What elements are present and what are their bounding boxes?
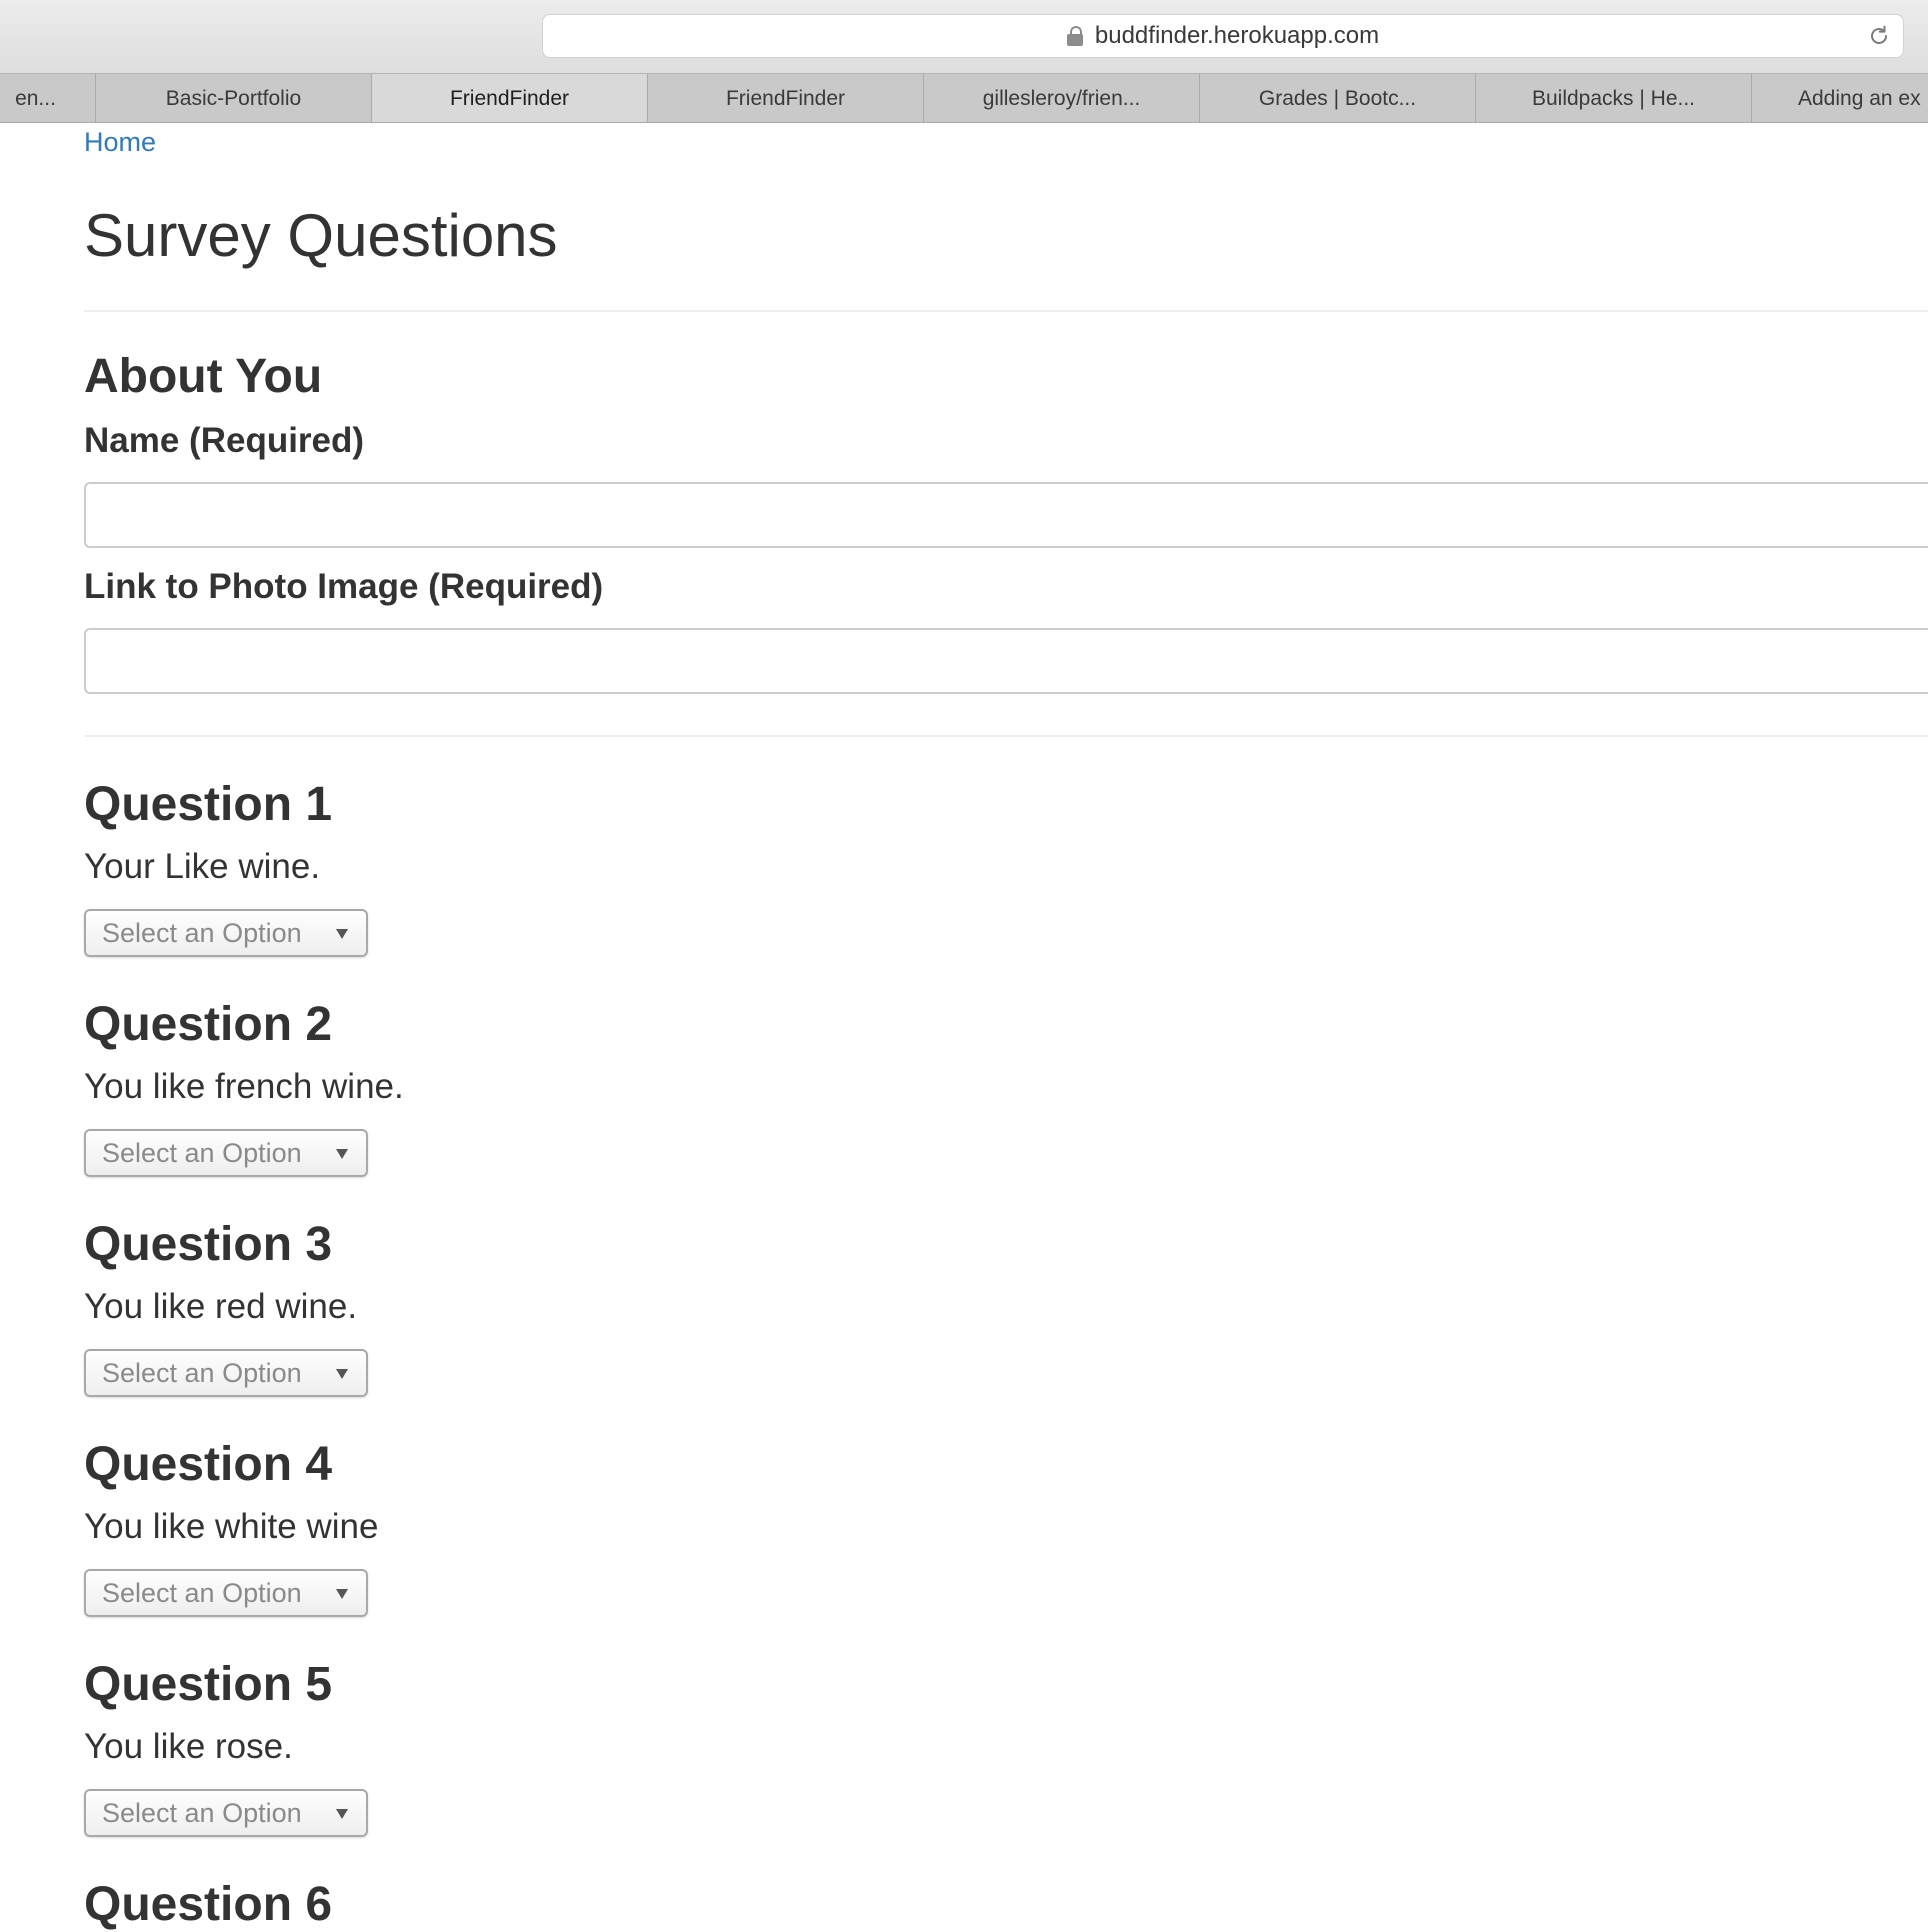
- name-input[interactable]: [84, 482, 1928, 548]
- question-text: Your Like wine.: [84, 847, 321, 886]
- question-heading: Question 2: [84, 998, 333, 1051]
- tab-label: FriendFinder: [449, 86, 570, 110]
- question-heading: Question 6: [84, 1878, 333, 1931]
- divider: [84, 735, 1928, 737]
- question-heading: Question 1: [84, 778, 333, 831]
- question-text: You like white wine: [84, 1507, 379, 1546]
- tab-buildpacks[interactable]: Buildpacks | He...: [1476, 74, 1752, 122]
- tab-label: FriendFinder: [725, 86, 846, 110]
- tab-grades[interactable]: Grades | Bootc...: [1200, 74, 1476, 122]
- name-label: Name (Required): [84, 421, 365, 460]
- home-link[interactable]: Home: [84, 127, 156, 158]
- tab-friendfinder[interactable]: FriendFinder: [648, 74, 924, 122]
- dropdown-arrow-icon: [336, 929, 348, 939]
- about-heading: About You: [84, 350, 323, 403]
- tab-label: Basic-Portfolio: [165, 86, 302, 110]
- url-text: buddfinder.herokuapp.com: [1094, 22, 1380, 49]
- tab-label: en...: [15, 86, 56, 110]
- question-5-select[interactable]: Select an Option: [84, 1789, 368, 1837]
- divider: [84, 310, 1928, 312]
- question-3-select[interactable]: Select an Option: [84, 1349, 368, 1397]
- question-text: You like french wine.: [84, 1067, 404, 1106]
- question-text: You like rose.: [84, 1727, 293, 1766]
- address-display: buddfinder.herokuapp.com: [543, 15, 1903, 57]
- photo-label: Link to Photo Image (Required): [84, 567, 604, 606]
- select-value: Select an Option: [102, 1138, 302, 1168]
- page-title: Survey Questions: [84, 202, 558, 269]
- tab-adding[interactable]: Adding an ex: [1752, 74, 1928, 122]
- tab-label: Buildpacks | He...: [1531, 86, 1696, 110]
- tab-label: Grades | Bootc...: [1258, 86, 1417, 110]
- select-value: Select an Option: [102, 1358, 302, 1388]
- select-value: Select an Option: [102, 1578, 302, 1608]
- question-4-select[interactable]: Select an Option: [84, 1569, 368, 1617]
- question-2-select[interactable]: Select an Option: [84, 1129, 368, 1177]
- tab-gilesleroy[interactable]: gillesleroy/frien...: [924, 74, 1200, 122]
- tab-0[interactable]: en...: [0, 74, 96, 122]
- photo-input[interactable]: [84, 628, 1928, 694]
- reload-icon[interactable]: [1867, 24, 1891, 48]
- address-bar[interactable]: buddfinder.herokuapp.com: [542, 14, 1904, 58]
- tab-label: gillesleroy/frien...: [982, 86, 1141, 110]
- question-heading: Question 5: [84, 1658, 333, 1711]
- lock-icon: [1066, 26, 1083, 46]
- dropdown-arrow-icon: [336, 1369, 348, 1379]
- dropdown-arrow-icon: [336, 1149, 348, 1159]
- browser-toolbar: buddfinder.herokuapp.com: [0, 0, 1928, 73]
- tab-basic-portfolio[interactable]: Basic-Portfolio: [96, 74, 372, 122]
- question-1-select[interactable]: Select an Option: [84, 909, 368, 957]
- question-text: You like red wine.: [84, 1287, 358, 1326]
- tab-bar: en... Basic-Portfolio FriendFinder Frien…: [0, 73, 1928, 123]
- select-value: Select an Option: [102, 1798, 302, 1828]
- question-heading: Question 3: [84, 1218, 333, 1271]
- tab-friendfinder-active[interactable]: FriendFinder: [372, 74, 648, 122]
- question-heading: Question 4: [84, 1438, 333, 1491]
- dropdown-arrow-icon: [336, 1589, 348, 1599]
- dropdown-arrow-icon: [336, 1809, 348, 1819]
- select-value: Select an Option: [102, 918, 302, 948]
- tab-label: Adding an ex: [1798, 86, 1921, 110]
